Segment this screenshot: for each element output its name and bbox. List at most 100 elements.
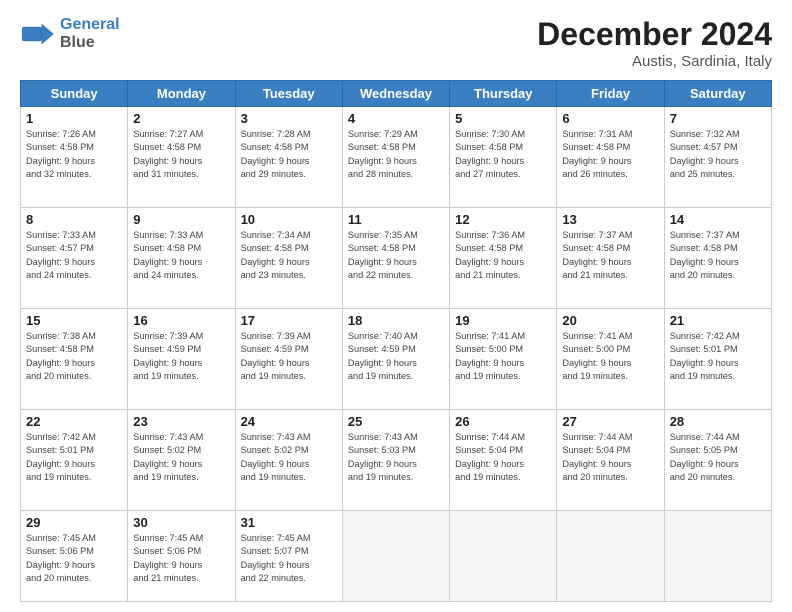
- calendar-cell: 27 Sunrise: 7:44 AMSunset: 5:04 PMDayligh…: [557, 409, 664, 510]
- day-info: Sunrise: 7:36 AMSunset: 4:58 PMDaylight:…: [455, 229, 551, 282]
- day-number: 24: [241, 414, 337, 429]
- weekday-header: Thursday: [450, 81, 557, 107]
- calendar-cell: 10 Sunrise: 7:34 AMSunset: 4:58 PMDayligh…: [235, 207, 342, 308]
- calendar-cell: 2 Sunrise: 7:27 AMSunset: 4:58 PMDaylight…: [128, 107, 235, 208]
- calendar-cell: 14 Sunrise: 7:37 AMSunset: 4:58 PMDayligh…: [664, 207, 771, 308]
- calendar: SundayMondayTuesdayWednesdayThursdayFrid…: [20, 80, 772, 602]
- calendar-cell: 1 Sunrise: 7:26 AMSunset: 4:58 PMDaylight…: [21, 107, 128, 208]
- day-number: 11: [348, 212, 444, 227]
- calendar-cell: [450, 510, 557, 601]
- calendar-cell: [342, 510, 449, 601]
- day-info: Sunrise: 7:28 AMSunset: 4:58 PMDaylight:…: [241, 128, 337, 181]
- day-info: Sunrise: 7:29 AMSunset: 4:58 PMDaylight:…: [348, 128, 444, 181]
- day-number: 21: [670, 313, 766, 328]
- logo-text: General Blue: [60, 16, 120, 51]
- weekday-header: Monday: [128, 81, 235, 107]
- day-number: 27: [562, 414, 658, 429]
- weekday-header: Saturday: [664, 81, 771, 107]
- calendar-cell: 6 Sunrise: 7:31 AMSunset: 4:58 PMDaylight…: [557, 107, 664, 208]
- logo-icon: [20, 20, 56, 48]
- day-number: 10: [241, 212, 337, 227]
- day-number: 30: [133, 515, 229, 530]
- day-number: 20: [562, 313, 658, 328]
- calendar-week-row: 8Sunrise: 7:33 AMSunset: 4:57 PMDaylight…: [21, 207, 772, 308]
- calendar-week-row: 29Sunrise: 7:45 AMSunset: 5:06 PMDayligh…: [21, 510, 772, 601]
- day-number: 31: [241, 515, 337, 530]
- calendar-cell: 12Sunrise: 7:36 AMSunset: 4:58 PMDayligh…: [450, 207, 557, 308]
- day-info: Sunrise: 7:30 AMSunset: 4:58 PMDaylight:…: [455, 128, 551, 181]
- calendar-cell: 19Sunrise: 7:41 AMSunset: 5:00 PMDayligh…: [450, 308, 557, 409]
- day-info: Sunrise: 7:41 AMSunset: 5:00 PMDaylight:…: [562, 330, 658, 383]
- day-number: 15: [26, 313, 122, 328]
- day-info: Sunrise: 7:31 AMSunset: 4:58 PMDaylight:…: [562, 128, 658, 181]
- weekday-header: Wednesday: [342, 81, 449, 107]
- calendar-cell: 8Sunrise: 7:33 AMSunset: 4:57 PMDaylight…: [21, 207, 128, 308]
- calendar-cell: 9Sunrise: 7:33 AMSunset: 4:58 PMDaylight…: [128, 207, 235, 308]
- calendar-cell: 29Sunrise: 7:45 AMSunset: 5:06 PMDayligh…: [21, 510, 128, 601]
- calendar-cell: [664, 510, 771, 601]
- calendar-cell: 18 Sunrise: 7:40 AMSunset: 4:59 PMDayligh…: [342, 308, 449, 409]
- day-info: Sunrise: 7:37 AMSunset: 4:58 PMDaylight:…: [670, 229, 766, 282]
- calendar-cell: 26Sunrise: 7:44 AMSunset: 5:04 PMDayligh…: [450, 409, 557, 510]
- day-info: Sunrise: 7:34 AMSunset: 4:58 PMDaylight:…: [241, 229, 337, 282]
- day-info: Sunrise: 7:45 AMSunset: 5:07 PMDaylight:…: [241, 532, 337, 585]
- day-number: 16: [133, 313, 229, 328]
- day-info: Sunrise: 7:44 AMSunset: 5:04 PMDaylight:…: [562, 431, 658, 484]
- day-info: Sunrise: 7:39 AMSunset: 4:59 PMDaylight:…: [241, 330, 337, 383]
- day-number: 22: [26, 414, 122, 429]
- day-info: Sunrise: 7:43 AMSunset: 5:02 PMDaylight:…: [241, 431, 337, 484]
- calendar-cell: 23 Sunrise: 7:43 AMSunset: 5:02 PMDayligh…: [128, 409, 235, 510]
- day-info: Sunrise: 7:43 AMSunset: 5:02 PMDaylight:…: [133, 431, 229, 484]
- day-info: Sunrise: 7:42 AMSunset: 5:01 PMDaylight:…: [670, 330, 766, 383]
- day-number: 2: [133, 111, 229, 126]
- day-info: Sunrise: 7:37 AMSunset: 4:58 PMDaylight:…: [562, 229, 658, 282]
- day-info: Sunrise: 7:27 AMSunset: 4:58 PMDaylight:…: [133, 128, 229, 181]
- calendar-cell: 17 Sunrise: 7:39 AMSunset: 4:59 PMDayligh…: [235, 308, 342, 409]
- day-number: 18: [348, 313, 444, 328]
- calendar-cell: 24 Sunrise: 7:43 AMSunset: 5:02 PMDayligh…: [235, 409, 342, 510]
- day-info: Sunrise: 7:33 AMSunset: 4:58 PMDaylight:…: [133, 229, 229, 282]
- weekday-header: Friday: [557, 81, 664, 107]
- title-block: December 2024 Austis, Sardinia, Italy: [537, 16, 772, 70]
- day-number: 7: [670, 111, 766, 126]
- calendar-cell: 7 Sunrise: 7:32 AMSunset: 4:57 PMDaylight…: [664, 107, 771, 208]
- calendar-cell: 15Sunrise: 7:38 AMSunset: 4:58 PMDayligh…: [21, 308, 128, 409]
- calendar-week-row: 1 Sunrise: 7:26 AMSunset: 4:58 PMDaylight…: [21, 107, 772, 208]
- day-info: Sunrise: 7:41 AMSunset: 5:00 PMDaylight:…: [455, 330, 551, 383]
- calendar-week-row: 22 Sunrise: 7:42 AMSunset: 5:01 PMDayligh…: [21, 409, 772, 510]
- calendar-cell: 11 Sunrise: 7:35 AMSunset: 4:58 PMDayligh…: [342, 207, 449, 308]
- day-number: 1: [26, 111, 122, 126]
- day-number: 13: [562, 212, 658, 227]
- day-number: 6: [562, 111, 658, 126]
- day-number: 25: [348, 414, 444, 429]
- day-info: Sunrise: 7:43 AMSunset: 5:03 PMDaylight:…: [348, 431, 444, 484]
- month-title: December 2024: [537, 16, 772, 53]
- calendar-cell: 13 Sunrise: 7:37 AMSunset: 4:58 PMDayligh…: [557, 207, 664, 308]
- day-number: 17: [241, 313, 337, 328]
- day-info: Sunrise: 7:40 AMSunset: 4:59 PMDaylight:…: [348, 330, 444, 383]
- calendar-cell: 16 Sunrise: 7:39 AMSunset: 4:59 PMDayligh…: [128, 308, 235, 409]
- calendar-cell: [557, 510, 664, 601]
- day-number: 4: [348, 111, 444, 126]
- day-number: 28: [670, 414, 766, 429]
- day-number: 23: [133, 414, 229, 429]
- calendar-cell: 21 Sunrise: 7:42 AMSunset: 5:01 PMDayligh…: [664, 308, 771, 409]
- calendar-cell: 3 Sunrise: 7:28 AMSunset: 4:58 PMDaylight…: [235, 107, 342, 208]
- day-info: Sunrise: 7:35 AMSunset: 4:58 PMDaylight:…: [348, 229, 444, 282]
- day-info: Sunrise: 7:42 AMSunset: 5:01 PMDaylight:…: [26, 431, 122, 484]
- day-number: 14: [670, 212, 766, 227]
- day-info: Sunrise: 7:39 AMSunset: 4:59 PMDaylight:…: [133, 330, 229, 383]
- day-info: Sunrise: 7:44 AMSunset: 5:05 PMDaylight:…: [670, 431, 766, 484]
- calendar-cell: 20 Sunrise: 7:41 AMSunset: 5:00 PMDayligh…: [557, 308, 664, 409]
- day-info: Sunrise: 7:33 AMSunset: 4:57 PMDaylight:…: [26, 229, 122, 282]
- day-info: Sunrise: 7:26 AMSunset: 4:58 PMDaylight:…: [26, 128, 122, 181]
- calendar-cell: 5Sunrise: 7:30 AMSunset: 4:58 PMDaylight…: [450, 107, 557, 208]
- day-info: Sunrise: 7:32 AMSunset: 4:57 PMDaylight:…: [670, 128, 766, 181]
- day-number: 26: [455, 414, 551, 429]
- header: General Blue December 2024 Austis, Sardi…: [20, 16, 772, 70]
- weekday-header: Sunday: [21, 81, 128, 107]
- page: General Blue December 2024 Austis, Sardi…: [0, 0, 792, 612]
- calendar-cell: 22 Sunrise: 7:42 AMSunset: 5:01 PMDayligh…: [21, 409, 128, 510]
- location: Austis, Sardinia, Italy: [537, 53, 772, 70]
- day-number: 3: [241, 111, 337, 126]
